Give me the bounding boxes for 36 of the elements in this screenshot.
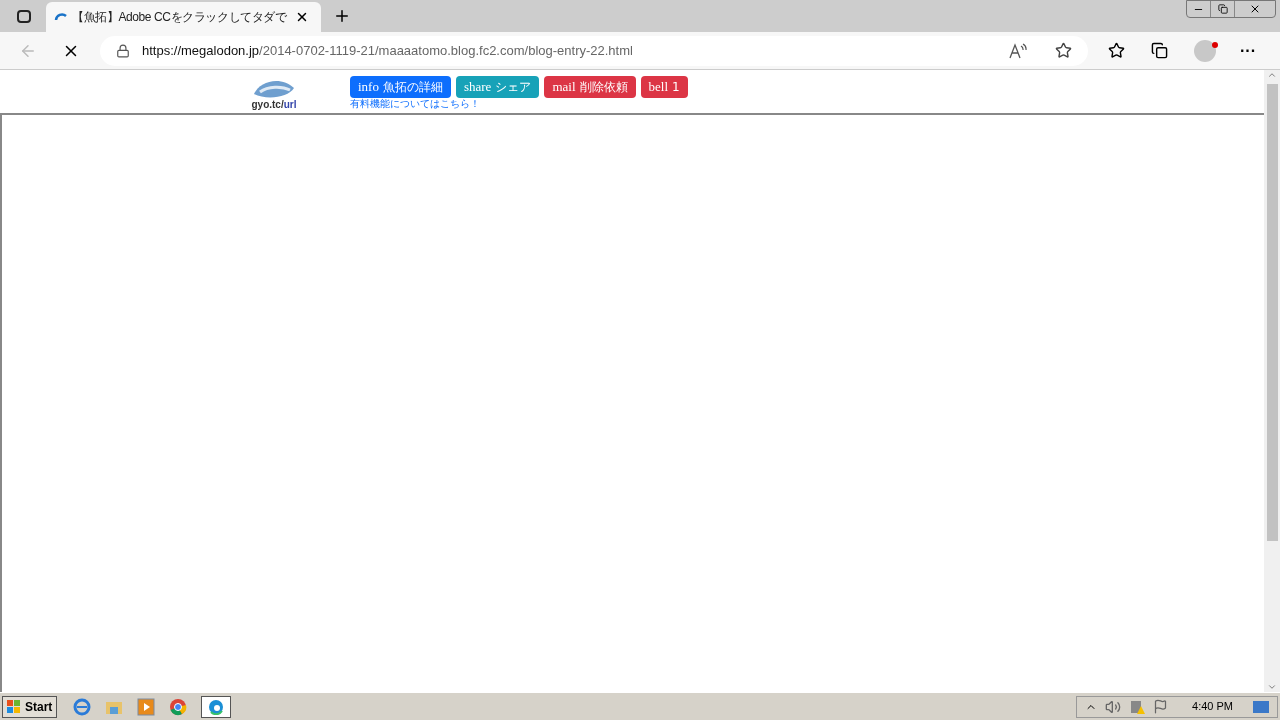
clock[interactable]: 4:40 PM: [1192, 698, 1233, 715]
chrome-icon[interactable]: [169, 697, 188, 716]
add-favorite-icon[interactable]: [1055, 42, 1072, 59]
action-center-icon[interactable]: [1153, 699, 1169, 714]
tab-title: 【魚拓】Adobe CCをクラックしてタダで: [72, 9, 287, 26]
network-warning-icon[interactable]: [1129, 698, 1146, 715]
header-button[interactable]: mail 削除依頼: [544, 76, 636, 98]
paid-features-link[interactable]: 有料機能についてはこちら！: [350, 99, 688, 109]
restore-icon: [1217, 4, 1228, 14]
media-player-icon[interactable]: [137, 697, 156, 716]
logo-text: gyo.tc/url: [251, 100, 297, 110]
start-button[interactable]: Start: [2, 695, 58, 718]
scrollbar[interactable]: [1264, 70, 1280, 692]
more-menu-button[interactable]: ···: [1240, 42, 1256, 59]
collections-icon[interactable]: [1151, 42, 1168, 59]
url-text: https://megalodon.jp/2014-0702-1119-21/maaaatomo.blog.fc2.com/blog-entry-22.html: [142, 41, 634, 60]
internet-explorer-icon[interactable]: [73, 697, 92, 716]
edge-icon: [208, 698, 225, 715]
scroll-up-icon[interactable]: [1267, 70, 1277, 80]
close-icon: [1249, 3, 1261, 15]
favorites-icon[interactable]: [1108, 42, 1125, 59]
new-tab-icon[interactable]: [333, 7, 351, 25]
profile-avatar[interactable]: [1194, 39, 1216, 62]
read-aloud-icon[interactable]: [1009, 42, 1027, 59]
tab-actions-icon[interactable]: [17, 10, 31, 23]
show-desktop-button[interactable]: [1253, 700, 1269, 713]
header-button[interactable]: info 魚拓の詳細: [350, 76, 451, 98]
scroll-down-icon[interactable]: [1267, 682, 1277, 692]
header-button[interactable]: bell 1: [640, 76, 688, 98]
lock-icon: [116, 43, 130, 58]
browser-tab[interactable]: 【魚拓】Adobe CCをクラックしてタダで: [46, 2, 321, 32]
edge-taskbar-button[interactable]: [201, 695, 232, 718]
address-bar[interactable]: https://megalodon.jp/2014-0702-1119-21/maaaatomo.blog.fc2.com/blog-entry-22.html: [100, 35, 1088, 66]
volume-icon[interactable]: [1105, 698, 1122, 715]
windows-logo-icon: [7, 699, 21, 714]
site-logo[interactable]: gyo.tc/url: [248, 74, 300, 110]
